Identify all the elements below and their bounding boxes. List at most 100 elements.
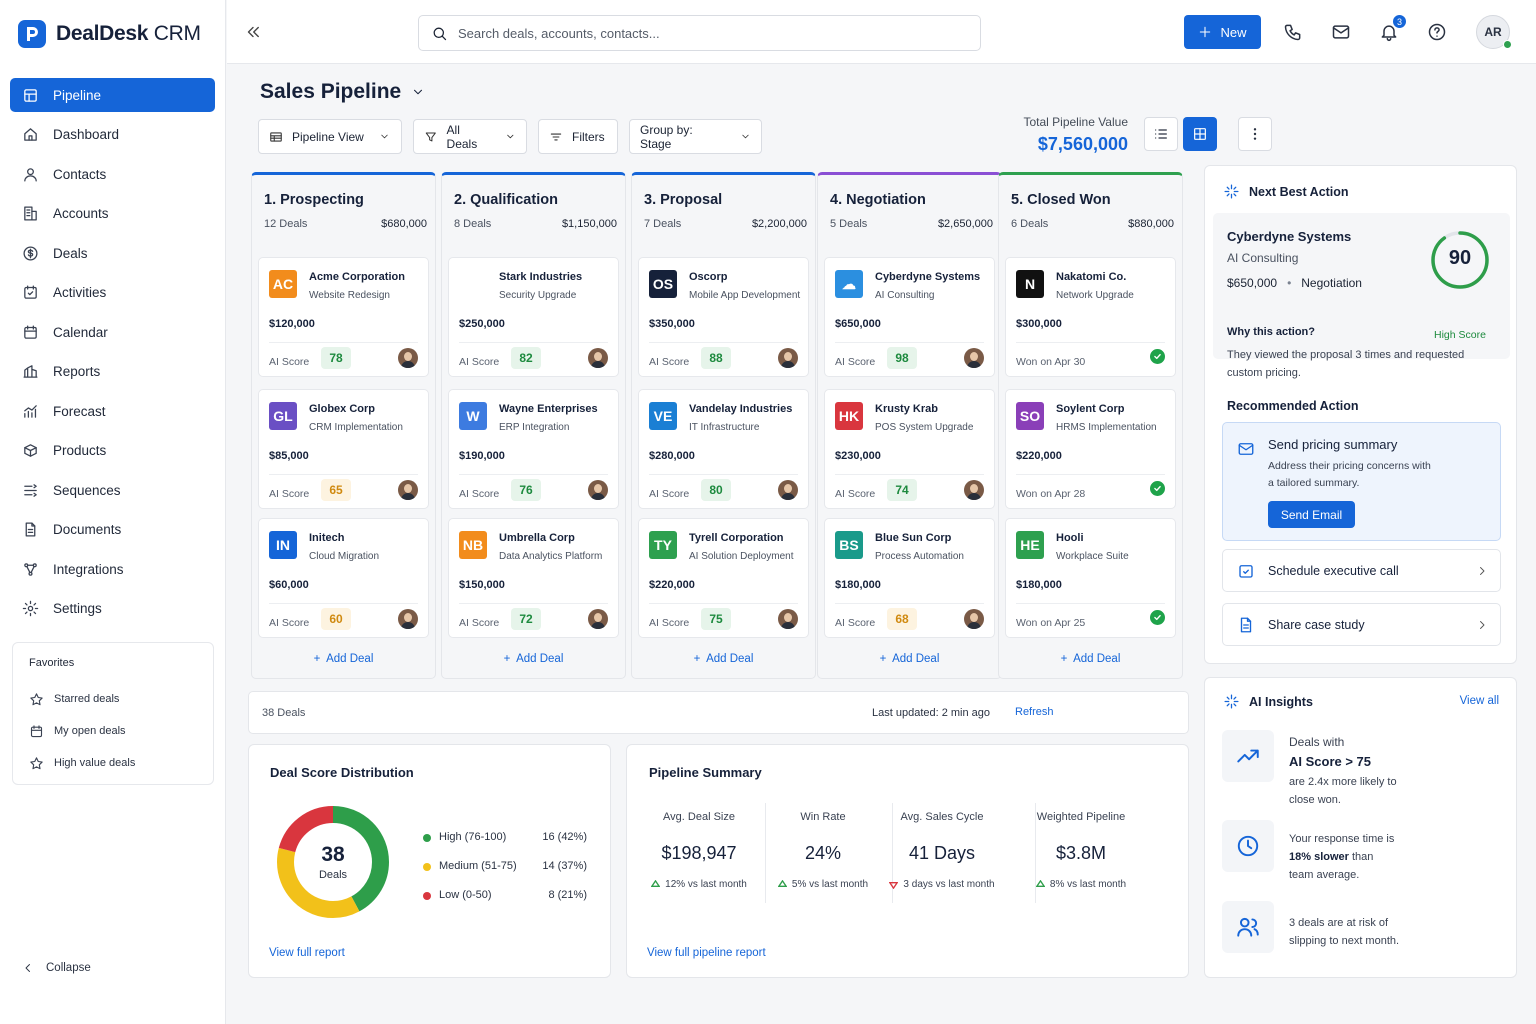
- board-view-button[interactable]: [1183, 117, 1217, 151]
- add-deal-button[interactable]: + Add Deal: [252, 653, 435, 665]
- send-email-button[interactable]: Send Email: [1268, 501, 1355, 528]
- deal-card[interactable]: OS Oscorp Mobile App Development $350,000 AI…: [638, 257, 809, 377]
- owner-avatar[interactable]: [778, 480, 798, 500]
- sidebar-item-pipeline[interactable]: Pipeline: [10, 78, 215, 112]
- refresh-link[interactable]: Refresh: [1015, 706, 1054, 718]
- deal-amount: $280,000: [649, 450, 695, 462]
- collapse-label: Collapse: [46, 962, 91, 974]
- deal-card[interactable]: NB Umbrella Corp Data Analytics Platform $1…: [448, 518, 619, 638]
- ai-insights-panel: AI Insights View all Deals with AI Score…: [1204, 677, 1517, 978]
- deal-card[interactable]: AC Acme Corporation Website Redesign $120,0…: [258, 257, 429, 377]
- sidebar-item-dashboard[interactable]: Dashboard: [10, 118, 215, 152]
- collapse-sidebar-button[interactable]: Collapse: [22, 962, 91, 974]
- page-title[interactable]: Sales Pipeline: [260, 80, 425, 104]
- deal-card[interactable]: GL Globex Corp CRM Implementation $85,000 AI…: [258, 389, 429, 509]
- sidebar-item-sequences[interactable]: Sequences: [10, 473, 215, 507]
- view-pipeline-report-link[interactable]: View full pipeline report: [647, 947, 766, 959]
- insight-icon-box: [1222, 730, 1274, 782]
- sidebar-item-contacts[interactable]: Contacts: [10, 157, 215, 191]
- column-deal-count: 12 Deals: [264, 218, 308, 230]
- deal-amount: $230,000: [835, 450, 881, 462]
- favorite-my-open-deals[interactable]: My open deals: [29, 715, 213, 747]
- deal-card[interactable]: HK Krusty Krab POS System Upgrade $230,000 A…: [824, 389, 995, 509]
- deal-card[interactable]: ☁ Cyberdyne Systems AI Consulting $650,000 A…: [824, 257, 995, 377]
- new-button[interactable]: New: [1184, 15, 1261, 49]
- owner-avatar[interactable]: [778, 609, 798, 629]
- filters-button[interactable]: Filters: [538, 119, 618, 154]
- sidebar-item-reports[interactable]: Reports: [10, 355, 215, 389]
- sidebar-item-label: Documents: [53, 522, 122, 537]
- company-logo: ☁: [835, 270, 863, 298]
- deal-card[interactable]: HE Hooli Workplace Suite $180,000 Won on Apr…: [1005, 518, 1176, 638]
- home-icon: [24, 128, 37, 141]
- deal-description: CRM Implementation: [309, 422, 403, 433]
- nba-title: Next Best Action: [1249, 185, 1349, 199]
- view-all-insights-link[interactable]: View all: [1460, 695, 1499, 707]
- deal-card[interactable]: TY Tyrell Corporation AI Solution Deployme…: [638, 518, 809, 638]
- owner-avatar[interactable]: [964, 609, 984, 629]
- pipeline-view-dropdown[interactable]: Pipeline View: [258, 119, 402, 154]
- deal-card[interactable]: IN Initech Cloud Migration $60,000 AI Score 6…: [258, 518, 429, 638]
- won-date: Won on Apr 28: [1016, 488, 1086, 500]
- owner-avatar[interactable]: [588, 480, 608, 500]
- sidebar-item-settings[interactable]: Settings: [10, 592, 215, 626]
- favorite-high-value-deals[interactable]: High value deals: [29, 747, 213, 779]
- grid-icon: [1194, 128, 1206, 140]
- brand-logo[interactable]: DealDesk CRM: [18, 20, 201, 48]
- deal-card[interactable]: W Wayne Enterprises ERP Integration $190,00…: [448, 389, 619, 509]
- sidebar-item-deals[interactable]: Deals: [10, 236, 215, 270]
- card-divider: [459, 603, 608, 604]
- user-icon: [24, 167, 37, 182]
- metric-delta-text: 5% vs last month: [791, 879, 869, 890]
- owner-avatar[interactable]: [398, 480, 418, 500]
- column-meta: 5 Deals $2,650,000: [830, 218, 1001, 230]
- schedule-call-option[interactable]: Schedule executive call: [1222, 549, 1501, 592]
- help-icon[interactable]: [1427, 22, 1447, 42]
- add-deal-button[interactable]: + Add Deal: [818, 653, 1001, 665]
- deal-card[interactable]: SO Soylent Corp HRMS Implementation $220,00…: [1005, 389, 1176, 509]
- insight-strong: AI Score > 75: [1289, 754, 1372, 769]
- deal-amount: $85,000: [269, 450, 309, 462]
- owner-avatar[interactable]: [588, 609, 608, 629]
- deal-card[interactable]: N Nakatomi Co. Network Upgrade $300,000 Won …: [1005, 257, 1176, 377]
- deal-card[interactable]: VE Vandelay Industries IT Infrastructure $2…: [638, 389, 809, 509]
- share-case-study-option[interactable]: Share case study: [1222, 603, 1501, 646]
- list-view-button[interactable]: [1144, 117, 1178, 151]
- add-deal-button[interactable]: + Add Deal: [632, 653, 815, 665]
- sidebar-item-activities[interactable]: Activities: [10, 276, 215, 310]
- favorite-starred-deals[interactable]: Starred deals: [29, 683, 213, 715]
- add-deal-button[interactable]: + Add Deal: [442, 653, 625, 665]
- mail-icon[interactable]: [1331, 22, 1351, 42]
- double-chevron-left-icon[interactable]: [244, 23, 262, 41]
- sidebar-item-calendar[interactable]: Calendar: [10, 315, 215, 349]
- add-deal-button[interactable]: + Add Deal: [999, 653, 1182, 665]
- search-bar[interactable]: [418, 15, 981, 51]
- sidebar-item-label: Deals: [53, 245, 88, 261]
- owner-avatar[interactable]: [588, 348, 608, 368]
- sidebar-item-documents[interactable]: Documents: [10, 513, 215, 547]
- deal-card[interactable]: BS Blue Sun Corp Process Automation $180,00…: [824, 518, 995, 638]
- owner-avatar[interactable]: [778, 348, 798, 368]
- owner-avatar[interactable]: [398, 609, 418, 629]
- deal-description: AI Solution Deployment: [689, 551, 794, 562]
- all-deals-dropdown[interactable]: All Deals: [413, 119, 527, 154]
- add-deal-label: Add Deal: [326, 653, 374, 665]
- sidebar-item-products[interactable]: Products: [10, 434, 215, 468]
- search-input[interactable]: [458, 25, 938, 41]
- sidebar-item-integrations[interactable]: Integrations: [10, 552, 215, 586]
- column-header: 2. Qualification 8 Deals $1,150,000: [442, 175, 625, 230]
- owner-avatar[interactable]: [964, 348, 984, 368]
- group-by-dropdown[interactable]: Group by: Stage: [629, 119, 762, 154]
- sidebar-item-forecast[interactable]: Forecast: [10, 394, 215, 428]
- column-title: 3. Proposal: [644, 192, 723, 208]
- more-options-button[interactable]: [1238, 117, 1272, 151]
- phone-icon[interactable]: [1283, 22, 1303, 42]
- owner-avatar[interactable]: [398, 348, 418, 368]
- option-label: Schedule executive call: [1268, 564, 1399, 578]
- owner-avatar[interactable]: [964, 480, 984, 500]
- deal-card[interactable]: Stark Industries Security Upgrade $250,000…: [448, 257, 619, 377]
- option-label: Share case study: [1268, 618, 1365, 632]
- view-full-report-link[interactable]: View full report: [269, 947, 345, 959]
- deal-description: Website Redesign: [309, 290, 390, 301]
- sidebar-item-accounts[interactable]: Accounts: [10, 197, 215, 231]
